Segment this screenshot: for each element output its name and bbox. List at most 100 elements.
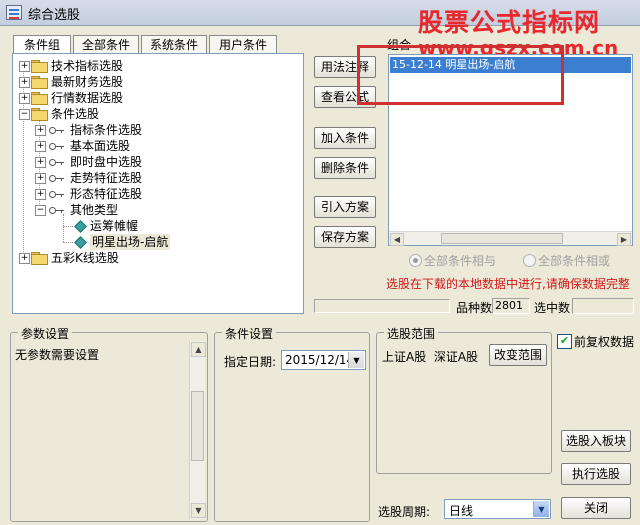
- tab-all-conditions[interactable]: 全部条件: [73, 35, 139, 53]
- selected-label: 选中数: [534, 301, 571, 315]
- save-scheme-button[interactable]: 保存方案: [314, 226, 376, 248]
- tree-item[interactable]: + 最新财务选股: [13, 74, 303, 90]
- import-scheme-button[interactable]: 引入方案: [314, 196, 376, 218]
- folder-icon: [31, 76, 48, 89]
- add-to-board-button[interactable]: 选股入板块: [561, 430, 631, 452]
- radio-all-and-label: 全部条件相与: [424, 254, 497, 268]
- folder-icon: [31, 60, 48, 73]
- date-picker[interactable]: 2015/12/14 ▼: [281, 350, 366, 370]
- expand-icon[interactable]: +: [19, 253, 30, 264]
- expand-icon[interactable]: +: [19, 61, 30, 72]
- tree-item-label: 五彩K线选股: [51, 251, 119, 265]
- date-value: 2015/12/14: [285, 353, 355, 367]
- key-icon: [49, 205, 65, 215]
- count-value: 2801: [492, 298, 530, 314]
- chevron-down-icon[interactable]: ▼: [533, 501, 549, 517]
- params-title: 参数设置: [18, 325, 73, 342]
- change-range-button[interactable]: 改变范围: [489, 344, 547, 366]
- adjust-label: 前复权数据: [574, 335, 635, 349]
- expand-icon[interactable]: +: [35, 173, 46, 184]
- tree-guide-line: [63, 242, 73, 243]
- combination-hscrollbar[interactable]: ◀ ▶: [389, 231, 632, 246]
- selected-value: [572, 298, 634, 314]
- watermark-logo: 股票公式指标网: [418, 8, 601, 37]
- tree-item[interactable]: 运筹帷幄: [13, 218, 303, 234]
- period-select[interactable]: 日线 ▼: [444, 499, 551, 519]
- chevron-down-icon[interactable]: ▼: [348, 352, 364, 368]
- folder-icon: [31, 108, 48, 121]
- range-markets: 上证A股 深证A股: [382, 350, 479, 364]
- formula-leaf-icon: [74, 236, 87, 249]
- folder-icon: [31, 92, 48, 105]
- key-icon: [49, 157, 65, 167]
- tree-item[interactable]: − 其他类型: [13, 202, 303, 218]
- params-text: 无参数需要设置: [15, 348, 100, 362]
- radio-all-and[interactable]: [409, 254, 422, 267]
- key-icon: [49, 173, 65, 183]
- tree-item-label: 最新财务选股: [51, 75, 124, 89]
- tree-item[interactable]: + 五彩K线选股: [13, 250, 303, 266]
- close-button[interactable]: 关闭: [561, 497, 631, 519]
- adjust-checkbox[interactable]: ✔: [557, 334, 572, 349]
- date-label: 指定日期:: [224, 355, 277, 369]
- tree-item-label: 走势特征选股: [70, 171, 143, 185]
- range-title: 选股范围: [384, 325, 439, 342]
- expand-icon[interactable]: +: [19, 77, 30, 88]
- tree-item[interactable]: − 条件选股: [13, 106, 303, 122]
- scroll-right-icon[interactable]: ▶: [617, 233, 631, 246]
- tree-item[interactable]: + 技术指标选股: [13, 58, 303, 74]
- expand-icon[interactable]: +: [35, 157, 46, 168]
- tree-item[interactable]: + 行情数据选股: [13, 90, 303, 106]
- tree-item-label: 技术指标选股: [51, 59, 124, 73]
- tree-item[interactable]: 明星出场-启航: [13, 234, 303, 250]
- condition-tree[interactable]: + 技术指标选股 + 最新财务选股 + 行情数据选股 − 条件选股 + 指标条件选股 + 基本面选股 +…: [12, 53, 304, 314]
- expand-icon[interactable]: +: [35, 125, 46, 136]
- formula-leaf-icon: [74, 220, 87, 233]
- execute-button[interactable]: 执行选股: [561, 463, 631, 485]
- expand-icon[interactable]: +: [35, 141, 46, 152]
- tab-condition-group[interactable]: 条件组: [13, 35, 71, 53]
- window-title: 综合选股: [28, 8, 81, 23]
- tree-item-label: 行情数据选股: [51, 91, 124, 105]
- scroll-down-icon[interactable]: ▼: [191, 503, 206, 518]
- radio-all-or-label: 全部条件相或: [538, 254, 611, 268]
- tree-item-label: 指标条件选股: [70, 123, 143, 137]
- delete-condition-button[interactable]: 删除条件: [314, 157, 376, 179]
- tree-item-label: 其他类型: [70, 203, 119, 217]
- folder-icon: [31, 252, 48, 265]
- tab-user-conditions[interactable]: 用户条件: [209, 35, 277, 53]
- scroll-thumb[interactable]: [441, 233, 563, 244]
- scroll-left-icon[interactable]: ◀: [390, 233, 404, 246]
- data-warning: 选股在下载的本地数据中进行,请确保数据完整: [386, 277, 630, 291]
- key-icon: [49, 189, 65, 199]
- tree-item-label: 条件选股: [51, 107, 100, 121]
- tree-item[interactable]: + 指标条件选股: [13, 122, 303, 138]
- tree-guide-line: [63, 226, 73, 227]
- expand-icon[interactable]: +: [19, 93, 30, 104]
- annotation-highlight-box: [357, 45, 564, 105]
- app-icon: [6, 5, 22, 20]
- progress-bar: [314, 299, 450, 313]
- params-scroll-thumb[interactable]: [191, 391, 204, 461]
- tree-item[interactable]: + 即时盘中选股: [13, 154, 303, 170]
- collapse-icon[interactable]: −: [19, 109, 30, 120]
- tree-item[interactable]: + 走势特征选股: [13, 170, 303, 186]
- key-icon: [49, 125, 65, 135]
- scroll-up-icon[interactable]: ▲: [191, 342, 206, 357]
- radio-all-or[interactable]: [523, 254, 536, 267]
- tab-system-conditions[interactable]: 系统条件: [141, 35, 207, 53]
- collapse-icon[interactable]: −: [35, 205, 46, 216]
- period-value: 日线: [449, 504, 474, 518]
- params-scrollbar[interactable]: ▲ ▼: [189, 341, 206, 519]
- tree-item[interactable]: + 形态特征选股: [13, 186, 303, 202]
- expand-icon[interactable]: +: [35, 189, 46, 200]
- add-condition-button[interactable]: 加入条件: [314, 127, 376, 149]
- tree-item-label: 基本面选股: [70, 139, 131, 153]
- count-label: 品种数: [456, 301, 493, 315]
- tree-item[interactable]: + 基本面选股: [13, 138, 303, 154]
- condition-settings-title: 条件设置: [222, 325, 277, 342]
- key-icon: [49, 141, 65, 151]
- tree-item-label: 明星出场-启航: [90, 234, 171, 250]
- tree-item-label: 运筹帷幄: [90, 219, 139, 233]
- period-label: 选股周期:: [378, 505, 431, 519]
